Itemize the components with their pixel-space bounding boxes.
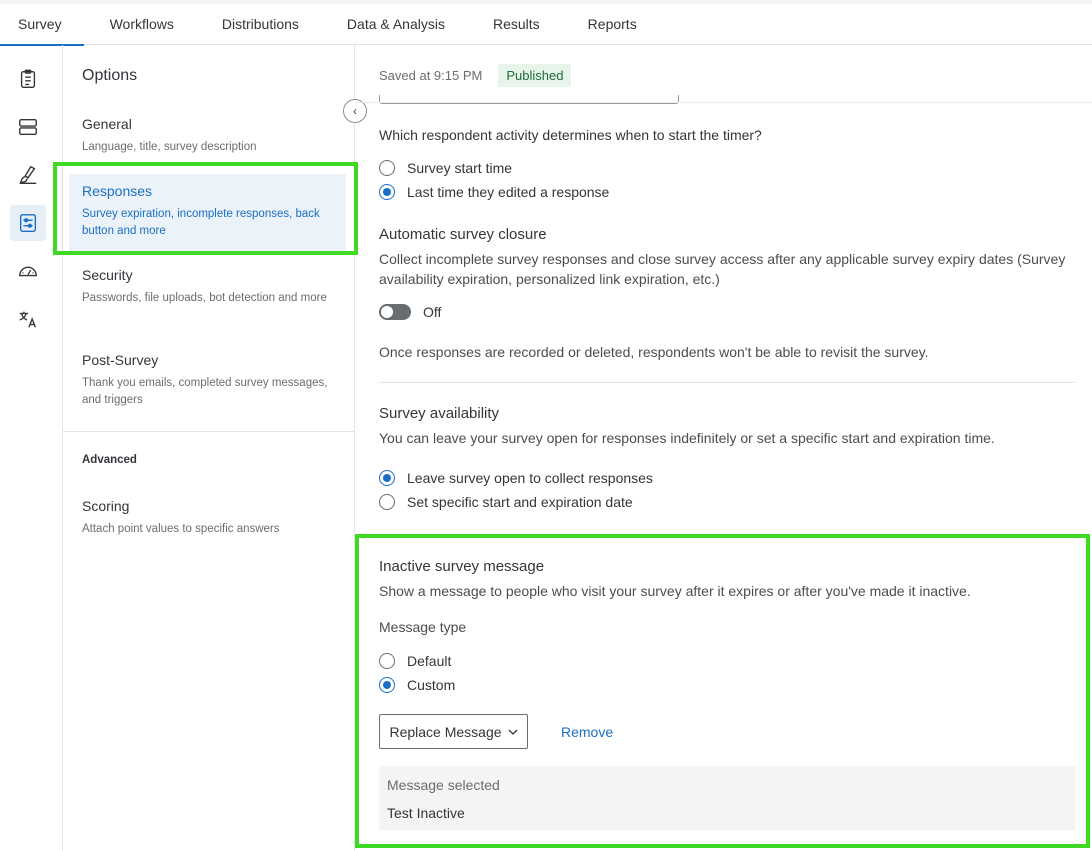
- icon-rail: ›: [0, 45, 63, 850]
- radio-button[interactable]: [379, 653, 395, 669]
- radio-label: Default: [407, 653, 452, 669]
- options-panel: Options General Language, title, survey …: [63, 45, 355, 850]
- options-item-title: Post-Survey: [82, 352, 159, 368]
- options-item-post-survey[interactable]: Post-Survey Thank you emails, completed …: [69, 343, 346, 418]
- selected-message-box: Message selected Test Inactive: [379, 766, 1075, 830]
- radio-button[interactable]: [379, 677, 395, 693]
- radio-button[interactable]: [379, 494, 395, 510]
- options-item-title: General: [82, 116, 132, 132]
- timer-option-start[interactable]: Survey start time: [379, 160, 512, 176]
- main-content: Saved at 9:15 PM Published Which respond…: [355, 45, 1092, 850]
- message-type-label: Message type: [379, 619, 467, 635]
- tab-distributions[interactable]: Distributions: [222, 4, 299, 45]
- replace-message-button[interactable]: Replace Message: [379, 714, 528, 749]
- header-divider: [355, 102, 1092, 103]
- options-item-title: Responses: [82, 183, 153, 199]
- chevron-down-icon: [508, 729, 517, 735]
- tab-survey[interactable]: Survey: [0, 4, 83, 46]
- options-item-desc: Survey expiration, incomplete responses,…: [82, 208, 320, 237]
- message-type-custom[interactable]: Custom: [379, 677, 455, 693]
- inactive-title: Inactive survey message: [379, 558, 545, 575]
- closure-title: Automatic survey closure: [379, 226, 547, 243]
- options-item-security[interactable]: Security Passwords, file uploads, bot de…: [69, 258, 346, 316]
- message-selected-label: Message selected: [387, 777, 500, 793]
- timer-option-last-edit[interactable]: Last time they edited a response: [379, 184, 609, 200]
- options-item-desc: Thank you emails, completed survey messa…: [82, 377, 328, 406]
- options-item-title: Security: [82, 267, 133, 283]
- options-divider: [63, 431, 355, 432]
- options-item-desc: Passwords, file uploads, bot detection a…: [82, 292, 327, 304]
- options-item-title: Scoring: [82, 498, 130, 514]
- options-item-scoring[interactable]: Scoring Attach point values to specific …: [69, 489, 346, 547]
- availability-title: Survey availability: [379, 405, 500, 422]
- closure-toggle[interactable]: [379, 304, 411, 320]
- options-item-general[interactable]: General Language, title, survey descript…: [69, 107, 346, 165]
- radio-button[interactable]: [379, 160, 395, 176]
- toggle-label: Off: [423, 304, 442, 320]
- timer-question: Which respondent activity determines whe…: [379, 127, 762, 143]
- top-nav: Survey Workflows Distributions Data & An…: [0, 0, 1092, 46]
- inactive-desc: Show a message to people who visit your …: [379, 583, 971, 599]
- section-divider: [379, 382, 1075, 383]
- tab-data-analysis[interactable]: Data & Analysis: [347, 4, 445, 45]
- closure-note: Once responses are recorded or deleted, …: [379, 344, 929, 360]
- closure-toggle-row: Off: [379, 304, 441, 320]
- options-item-desc: Language, title, survey description: [82, 141, 257, 153]
- options-title: Options: [82, 67, 138, 84]
- status-bar: Saved at 9:15 PM Published: [379, 64, 572, 87]
- message-selected-value: Test Inactive: [387, 805, 465, 821]
- dashboard-gauge-icon[interactable]: [10, 253, 46, 289]
- availability-desc: You can leave your survey open for respo…: [379, 430, 995, 446]
- radio-label: Survey start time: [407, 160, 513, 176]
- availability-option-dates[interactable]: Set specific start and expiration date: [379, 494, 633, 510]
- radio-button[interactable]: [379, 470, 395, 486]
- tab-results[interactable]: Results: [493, 4, 540, 45]
- status-badge: Published: [498, 64, 572, 87]
- options-sliders-icon[interactable]: [10, 205, 46, 241]
- remove-message-link[interactable]: Remove: [561, 724, 613, 740]
- survey-clipboard-icon[interactable]: [10, 61, 46, 97]
- translate-icon[interactable]: [10, 301, 46, 337]
- radio-label: Leave survey open to collect responses: [407, 470, 653, 486]
- layout-icon[interactable]: [10, 109, 46, 145]
- replace-message-label: Replace Message: [389, 723, 502, 740]
- radio-label: Set specific start and expiration date: [407, 494, 633, 510]
- options-item-responses[interactable]: Responses Survey expiration, incomplete …: [69, 174, 346, 251]
- availability-option-open[interactable]: Leave survey open to collect responses: [379, 470, 653, 486]
- tab-reports[interactable]: Reports: [588, 4, 637, 45]
- advanced-label: Advanced: [82, 454, 137, 466]
- radio-label: Custom: [407, 677, 456, 693]
- brush-icon[interactable]: [10, 157, 46, 193]
- tab-workflows[interactable]: Workflows: [110, 4, 174, 45]
- options-item-desc: Attach point values to specific answers: [82, 523, 280, 535]
- radio-label: Last time they edited a response: [407, 184, 610, 200]
- radio-button[interactable]: [379, 184, 395, 200]
- message-type-default[interactable]: Default: [379, 653, 451, 669]
- closure-desc: Collect incomplete survey responses and …: [379, 251, 1066, 287]
- saved-status: Saved at 9:15 PM: [379, 68, 483, 83]
